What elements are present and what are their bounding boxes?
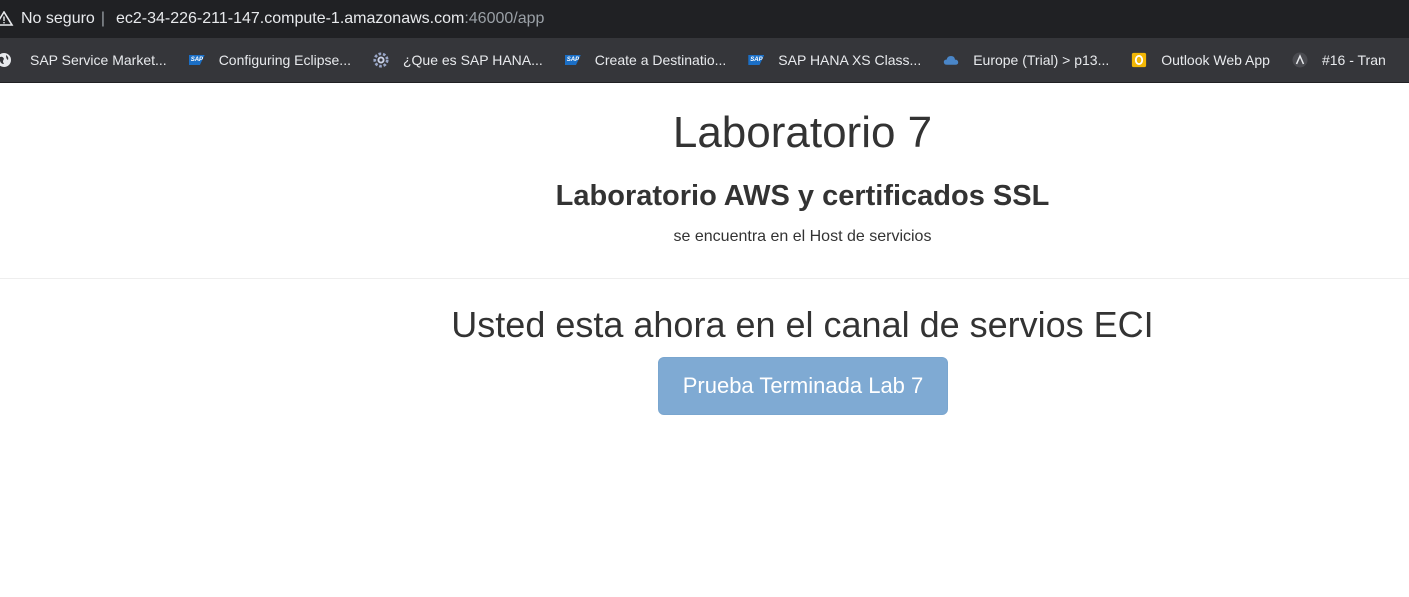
bookmark-create-destination[interactable]: SAP Create a Destinatio... [555,46,739,74]
url-host[interactable]: ec2-34-226-211-147.compute-1.amazonaws.c… [116,10,464,28]
globe-icon [0,52,16,68]
button-container: Prueba Terminada Lab 7 [658,357,948,415]
browser-chrome: No seguro | ec2-34-226-211-147.compute-1… [0,0,1409,83]
bookmark-label: SAP Service Market... [30,52,167,68]
channel-heading: Usted esta ahora en el canal de servios … [451,304,1154,345]
bookmark-label: Outlook Web App [1161,52,1270,68]
bookmark-label: Create a Destinatio... [594,52,727,68]
bookmark-label: Configuring Eclipse... [218,52,351,68]
outlook-icon [1131,52,1147,68]
bookmark-europe-trial[interactable]: Europe (Trial) > p13... [933,46,1121,74]
bookmark-16-tran[interactable]: #16 - Tran [1282,46,1398,74]
bookmark-label: SAP HANA XS Class... [778,52,922,68]
lambda-icon [1292,52,1308,68]
sap-logo-icon: SAP [188,55,205,65]
bookmark-outlook-web-app[interactable]: Outlook Web App [1121,46,1282,74]
bookmark-configuring-eclipse[interactable]: SAP Configuring Eclipse... [179,46,363,74]
page-title: Laboratorio 7 [672,108,933,157]
bookmarks-bar: SAP Service Market... SAP Configuring Ec… [0,38,1409,83]
bookmark-que-es-sap-hana[interactable]: ¿Que es SAP HANA... [363,46,555,74]
security-label[interactable]: No seguro [21,10,95,28]
header-section: Laboratorio 7 Laboratorio AWS y certific… [0,83,1409,247]
url-path[interactable]: :46000/app [464,10,544,28]
divider [0,278,1409,279]
address-separator: | [100,10,105,27]
bookmark-sap-hana-xs-class[interactable]: SAP SAP HANA XS Class... [738,46,933,74]
warning-icon[interactable] [0,10,14,27]
sap-logo-icon: SAP [564,55,581,65]
bookmark-label: ¿Que es SAP HANA... [402,52,543,68]
test-finished-button[interactable]: Prueba Terminada Lab 7 [658,357,948,415]
page-subtitle: Laboratorio AWS y certificados SSL [555,180,1050,212]
page-content: Laboratorio 7 Laboratorio AWS y certific… [0,83,1409,597]
bookmark-label: #16 - Tran [1321,52,1386,68]
bookmark-label: Europe (Trial) > p13... [973,52,1110,68]
gear-icon [373,52,389,68]
host-text: se encuentra en el Host de servicios [673,228,932,245]
bookmark-sap-service-marketplace[interactable]: SAP Service Market... [0,46,179,74]
cloud-icon [943,52,959,68]
address-bar[interactable]: No seguro | ec2-34-226-211-147.compute-1… [0,0,1409,38]
sap-logo-icon: SAP [748,55,765,65]
